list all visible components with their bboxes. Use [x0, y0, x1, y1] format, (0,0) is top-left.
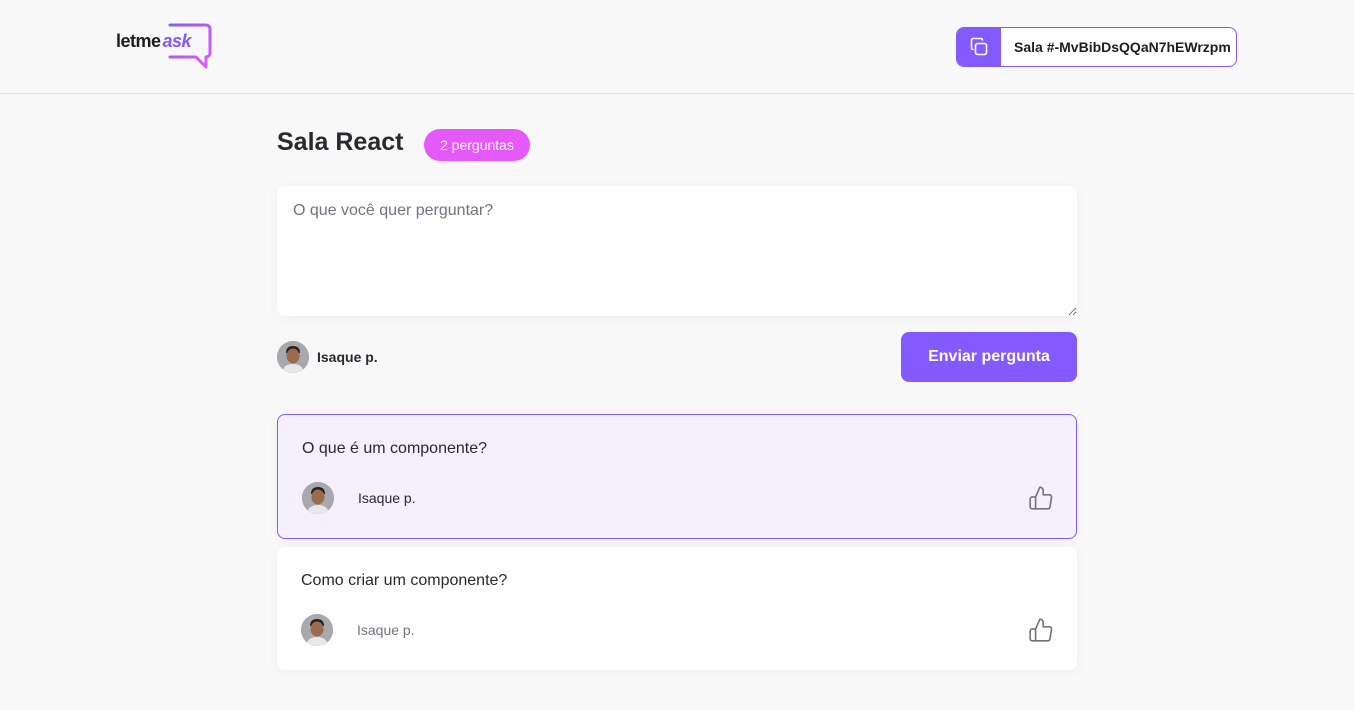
room-title: Sala React: [277, 128, 404, 156]
avatar: [277, 341, 309, 373]
app-header: letme ask Sala #-MvBibDsQQaN7hEWrzpm: [0, 0, 1354, 94]
question-author-name: Isaque p.: [357, 622, 415, 638]
question-content: Como criar um componente?: [301, 572, 508, 589]
letmeask-logo[interactable]: letme ask: [116, 23, 212, 69]
avatar: [301, 614, 333, 646]
question-count-badge: 2 perguntas: [424, 129, 530, 161]
speech-bubble-icon: [168, 23, 212, 69]
logo-main-text: letme: [116, 31, 161, 51]
question-card: Como criar um componente? Isaque p.: [277, 547, 1077, 670]
current-user-info: Isaque p.: [277, 341, 378, 373]
copy-icon[interactable]: [957, 28, 1001, 66]
room-code-button[interactable]: Sala #-MvBibDsQQaN7hEWrzpm: [956, 27, 1237, 67]
question-input[interactable]: [277, 186, 1077, 316]
question-content: O que é um componente?: [302, 440, 488, 457]
thumbs-up-icon[interactable]: [1028, 485, 1054, 511]
avatar: [302, 482, 334, 514]
question-author: Isaque p.: [302, 482, 416, 514]
send-question-button[interactable]: Enviar pergunta: [901, 332, 1077, 382]
thumbs-up-icon[interactable]: [1028, 617, 1054, 643]
room-code-label: Sala #-MvBibDsQQaN7hEWrzpm: [1014, 39, 1231, 55]
question-author-name: Isaque p.: [358, 490, 416, 506]
question-card: O que é um componente? Isaque p.: [277, 414, 1077, 539]
question-author: Isaque p.: [301, 614, 415, 646]
current-user-name: Isaque p.: [317, 349, 378, 365]
